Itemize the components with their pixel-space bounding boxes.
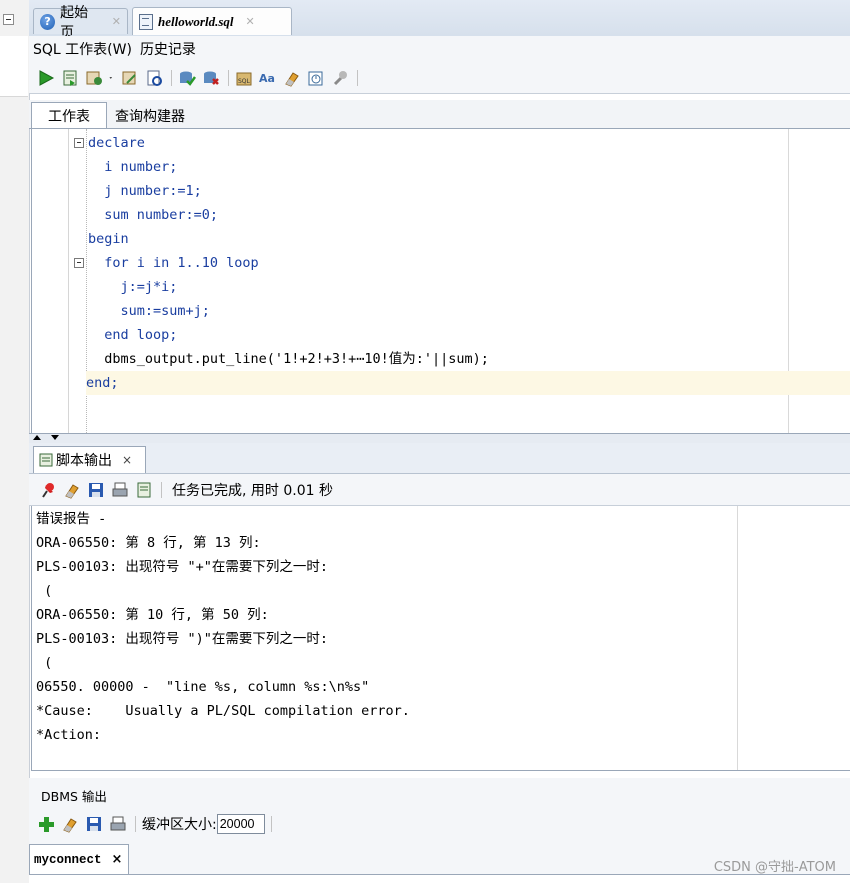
code-line-current: end;: [86, 371, 850, 395]
output-line: *Action:: [36, 727, 102, 743]
print-icon[interactable]: [111, 481, 129, 499]
tab-sql-worksheet[interactable]: SQL 工作表(W): [33, 39, 132, 59]
collapse-down-icon[interactable]: [51, 435, 59, 440]
collapse-icon[interactable]: [3, 14, 14, 25]
commit-icon[interactable]: [178, 69, 196, 87]
code-line: sum number:=0;: [88, 207, 219, 223]
buffer-size-label: 缓冲区大小:: [142, 817, 217, 833]
output-line: PLS-00103: 出现符号 "+"在需要下列之一时:: [36, 559, 329, 575]
script-output-panel[interactable]: 错误报告 - ORA-06550: 第 8 行, 第 13 列: PLS-001…: [31, 506, 850, 771]
code-line: dbms_output.put_line('1!+2!+3!+⋯10!值为:'|…: [88, 351, 489, 367]
toolbar-separator: [228, 69, 229, 86]
worksheet-tabs: 工作表 查询构建器: [29, 100, 850, 129]
save-icon[interactable]: [87, 481, 105, 499]
output-tab-bar: 脚本输出 ×: [29, 443, 850, 474]
code-line: i number;: [88, 159, 178, 175]
code-line: end loop;: [88, 327, 178, 343]
tab-helloworld-sql[interactable]: helloworld.sql ✕: [132, 7, 292, 35]
svg-text:SQL: SQL: [238, 78, 251, 85]
run-script-icon[interactable]: [61, 69, 79, 87]
tab-myconnect[interactable]: myconnect ×: [29, 844, 129, 874]
connection-tab-label: myconnect: [34, 852, 102, 867]
eraser-icon[interactable]: [63, 481, 81, 499]
tab-history[interactable]: 历史记录: [140, 39, 196, 59]
close-icon[interactable]: ✕: [112, 15, 121, 28]
tab-query-builder[interactable]: 查询构建器: [115, 106, 185, 126]
dbms-toolbar: 缓冲区大小:: [29, 810, 850, 838]
output-line: ORA-06550: 第 8 行, 第 13 列:: [36, 535, 261, 551]
print-icon[interactable]: [109, 815, 127, 833]
left-panel-strip: [0, 0, 30, 883]
tab-script-output-label: 脚本输出: [56, 453, 112, 469]
gutter-divider: [68, 129, 69, 433]
output-line: 06550. 00000 - "line %s, column %s:\n%s": [36, 679, 370, 695]
code-line: j:=j*i;: [88, 279, 178, 295]
close-icon[interactable]: ✕: [246, 15, 255, 28]
code-line: declare: [88, 135, 145, 151]
tab-sql-label: helloworld.sql: [158, 13, 234, 29]
toolbar-separator: [135, 816, 136, 832]
eraser-icon[interactable]: [283, 69, 301, 87]
output-line: ORA-06550: 第 10 行, 第 50 列:: [36, 607, 269, 623]
svg-text:Aa: Aa: [259, 72, 275, 85]
output-divider: [737, 506, 738, 770]
tab-script-output[interactable]: 脚本输出 ×: [33, 446, 146, 473]
code-line: begin: [88, 231, 129, 247]
dbms-output-title: DBMS 输出: [41, 789, 107, 804]
output-line: (: [36, 655, 53, 671]
save-icon[interactable]: [85, 815, 103, 833]
code-line: sum:=sum+j;: [88, 303, 210, 319]
output-line: 错误报告 -: [36, 511, 107, 527]
worksheet-sub-tabs: SQL 工作表(W) 历史记录: [29, 36, 850, 62]
tab-worksheet[interactable]: 工作表: [31, 102, 107, 128]
output-toolbar: 任务已完成, 用时 0.01 秒: [29, 474, 850, 506]
editor-toolbar: SQL Aa: [29, 62, 850, 94]
script-output-icon: [39, 453, 53, 467]
fold-toggle-icon[interactable]: [74, 258, 84, 268]
left-panel-area: [0, 36, 28, 97]
sql-history-icon[interactable]: [307, 69, 325, 87]
explain-plan-icon[interactable]: [121, 69, 139, 87]
sql-editor[interactable]: declare i number; j number:=1; sum numbe…: [31, 129, 850, 433]
chevron-down-icon[interactable]: [109, 69, 117, 87]
output-line: *Cause: Usually a PL/SQL compilation err…: [36, 703, 410, 719]
close-icon[interactable]: ×: [112, 852, 123, 867]
output-line: (: [36, 583, 53, 599]
output-line: PLS-00103: 出现符号 ")"在需要下列之一时:: [36, 631, 329, 647]
document-tab-bar: ? 起始页 ✕ helloworld.sql ✕: [29, 0, 850, 41]
sql-file-icon: [139, 13, 153, 30]
eraser-icon[interactable]: [61, 815, 79, 833]
toolbar-separator: [357, 69, 358, 86]
toolbar-separator: [270, 816, 272, 832]
tab-start-page[interactable]: ? 起始页 ✕: [33, 5, 128, 41]
wrench-icon[interactable]: [331, 69, 349, 87]
task-status: 任务已完成, 用时 0.01 秒: [172, 482, 333, 499]
close-icon[interactable]: ×: [122, 453, 132, 467]
help-icon: ?: [40, 13, 56, 30]
pin-icon[interactable]: [39, 481, 57, 499]
watermark: CSDN @守拙-ATOM: [713, 860, 836, 875]
sql-tuning-icon[interactable]: [145, 69, 163, 87]
collapse-up-icon[interactable]: [33, 435, 41, 440]
toolbar-separator: [171, 69, 172, 86]
add-icon[interactable]: [37, 815, 55, 833]
format-sql-icon[interactable]: SQL: [235, 69, 253, 87]
code-line: for i in 1..10 loop: [88, 255, 259, 271]
case-convert-icon[interactable]: Aa: [259, 69, 277, 87]
rollback-icon[interactable]: [202, 69, 220, 87]
run-script-icon[interactable]: [135, 481, 153, 499]
code-line: j number:=1;: [88, 183, 202, 199]
autotrace-icon[interactable]: [85, 69, 103, 87]
fold-toggle-icon[interactable]: [74, 138, 84, 148]
toolbar-separator: [161, 481, 162, 498]
run-icon[interactable]: [37, 69, 55, 87]
buffer-size-input[interactable]: [216, 814, 265, 834]
